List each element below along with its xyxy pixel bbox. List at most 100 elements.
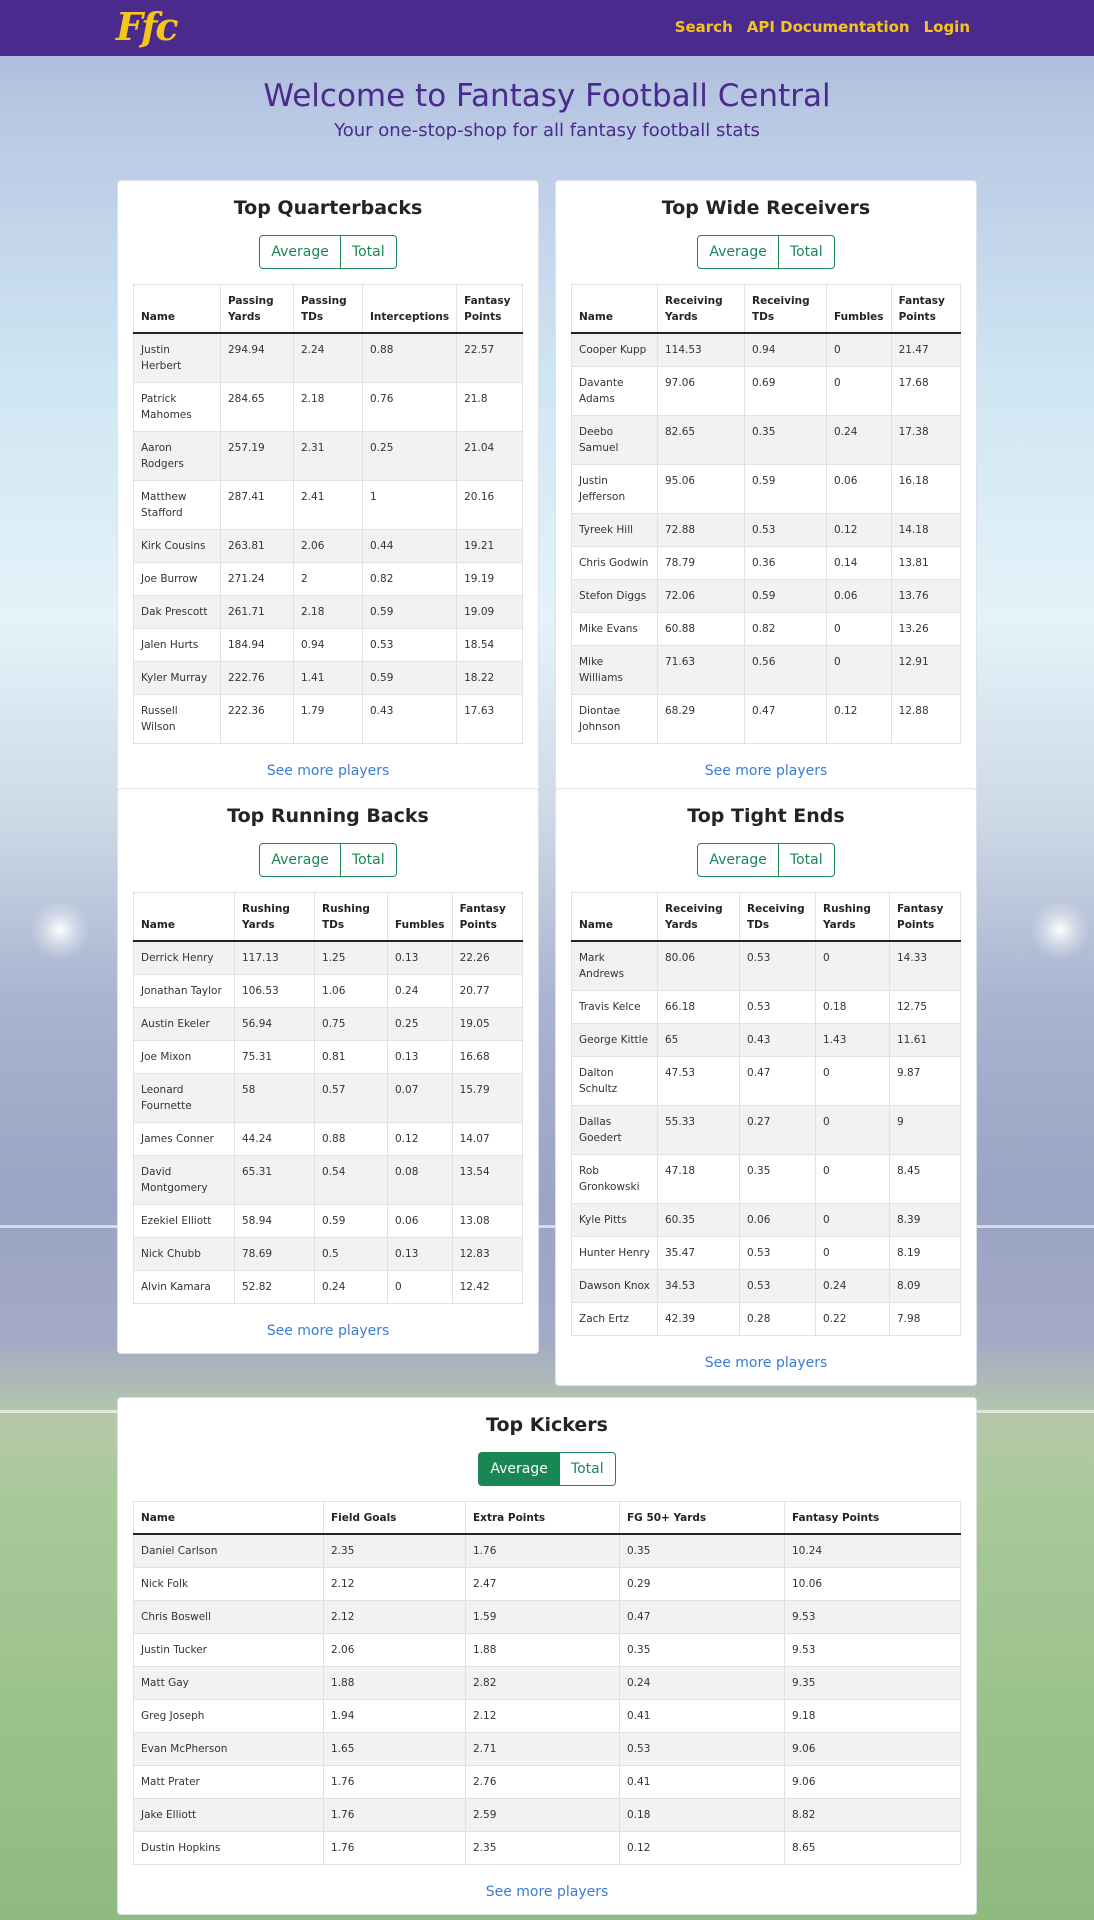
card-kickers: Top Kickers Average Total Name Field Goal…: [117, 1397, 977, 1915]
total-button[interactable]: Total: [778, 235, 835, 269]
average-button[interactable]: Average: [259, 843, 341, 877]
table-header-row: Name Field Goals Extra Points FG 50+ Yards F…: [133, 1501, 961, 1535]
see-more-players-link[interactable]: See more players: [571, 763, 961, 779]
stat-cell: 0.53: [739, 1236, 816, 1270]
see-more-players-link[interactable]: See more players: [133, 1323, 523, 1339]
stats-table: Name Rushing Yards Rushing TDs Fumbles Fanta…: [133, 892, 524, 1304]
player-name-cell: Kyler Murray: [133, 661, 221, 695]
stat-cell: 16.68: [451, 1040, 524, 1074]
stat-cell: 13.26: [890, 612, 962, 646]
stat-cell: 9.87: [889, 1056, 961, 1106]
stat-cell: 0.47: [744, 694, 827, 744]
table-row: Russell Wilson 222.36 1.79 0.43 17.63: [133, 694, 523, 744]
stat-cell: 56.94: [234, 1007, 315, 1041]
see-more-players-link[interactable]: See more players: [133, 763, 523, 779]
nav-api-docs-link[interactable]: API Documentation: [747, 18, 910, 36]
player-name-cell: Kirk Cousins: [133, 529, 221, 563]
player-name-cell: Travis Kelce: [571, 990, 658, 1024]
stat-cell: 8.09: [889, 1269, 961, 1303]
stat-cell: 0.12: [619, 1831, 785, 1865]
column-header: Receiving Yards: [657, 892, 740, 942]
stat-cell: 8.39: [889, 1203, 961, 1237]
stat-cell: 2.12: [465, 1699, 620, 1733]
table-row: David Montgomery 65.31 0.54 0.08 13.54: [133, 1155, 524, 1205]
stat-cell: 72.06: [657, 579, 745, 613]
stat-cell: 8.65: [784, 1831, 961, 1865]
stat-cell: 68.29: [657, 694, 745, 744]
stat-cell: 0.08: [387, 1155, 453, 1205]
stat-cell: 0.35: [619, 1533, 785, 1568]
stat-cell: 0.24: [826, 415, 892, 465]
stat-cell: 47.18: [657, 1154, 740, 1204]
average-button[interactable]: Average: [259, 235, 341, 269]
stat-cell: 2.18: [293, 382, 363, 432]
stat-cell: 19.19: [456, 562, 523, 596]
stat-cell: 0.69: [744, 366, 827, 416]
table-row: Zach Ertz 42.39 0.28 0.22 7.98: [571, 1302, 961, 1336]
stat-cell: 60.88: [657, 612, 745, 646]
card-title: Top Kickers: [486, 1414, 608, 1436]
total-button[interactable]: Total: [340, 235, 397, 269]
stat-cell: 0.41: [619, 1699, 785, 1733]
stat-cell: 9.35: [784, 1666, 961, 1700]
column-header: Receiving TDs: [744, 284, 827, 334]
total-button[interactable]: Total: [559, 1452, 616, 1486]
stat-cell: 0.41: [619, 1765, 785, 1799]
column-header: Fantasy Points: [456, 284, 523, 334]
table-row: Kyler Murray 222.76 1.41 0.59 18.22: [133, 661, 523, 695]
column-header: Rushing Yards: [815, 892, 890, 942]
stat-cell: 47.53: [657, 1056, 740, 1106]
stat-cell: 0.82: [361, 562, 458, 596]
stat-cell: 1.43: [815, 1023, 890, 1057]
stat-cell: 0.24: [619, 1666, 785, 1700]
player-name-cell: Rob Gronkowski: [571, 1154, 658, 1204]
nav-login-link[interactable]: Login: [924, 18, 970, 36]
player-name-cell: Dawson Knox: [571, 1269, 658, 1303]
stat-cell: 0: [826, 612, 892, 646]
table-row: Daniel Carlson 2.35 1.76 0.35 10.24: [133, 1533, 961, 1568]
column-header: Receiving TDs: [739, 892, 816, 942]
column-header: Fantasy Points: [784, 1501, 961, 1535]
average-button[interactable]: Average: [697, 235, 779, 269]
table-row: Alvin Kamara 52.82 0.24 0 12.42: [133, 1270, 524, 1304]
table-row: Mike Williams 71.63 0.56 0 12.91: [571, 645, 962, 695]
stat-cell: 0.53: [739, 940, 816, 991]
total-button[interactable]: Total: [340, 843, 397, 877]
stat-cell: 222.36: [220, 694, 294, 744]
stat-cell: 0.88: [361, 332, 458, 383]
see-more-players-link[interactable]: See more players: [571, 1355, 961, 1371]
stat-cell: 1.76: [323, 1798, 466, 1832]
site-logo[interactable]: Ffc: [116, 4, 178, 49]
average-button[interactable]: Average: [478, 1452, 560, 1486]
table-row: Austin Ekeler 56.94 0.75 0.25 19.05: [133, 1007, 524, 1041]
see-more-players-link[interactable]: See more players: [133, 1884, 961, 1900]
stat-cell: 78.69: [234, 1237, 315, 1271]
card-title: Top Quarterbacks: [233, 197, 423, 219]
stat-cell: 12.91: [890, 645, 962, 695]
stat-cell: 17.63: [456, 694, 523, 744]
nav-search-link[interactable]: Search: [675, 18, 733, 36]
stat-cell: 0.12: [826, 513, 892, 547]
stat-cell: 18.22: [456, 661, 523, 695]
player-name-cell: Leonard Fournette: [133, 1073, 235, 1123]
stat-cell: 0: [815, 1154, 890, 1204]
stat-cell: 8.19: [889, 1236, 961, 1270]
stats-table: Name Field Goals Extra Points FG 50+ Yards F…: [133, 1501, 961, 1865]
stat-cell: 0: [387, 1270, 453, 1304]
card-title: Top Wide Receivers: [661, 197, 871, 219]
average-button[interactable]: Average: [697, 843, 779, 877]
stat-cell: 21.47: [890, 332, 962, 367]
player-name-cell: Jake Elliott: [133, 1798, 324, 1832]
table-row: Ezekiel Elliott 58.94 0.59 0.06 13.08: [133, 1204, 524, 1238]
player-name-cell: Chris Godwin: [571, 546, 658, 580]
stat-cell: 1.76: [323, 1765, 466, 1799]
stat-cell: 0.44: [361, 529, 458, 563]
table-row: Dawson Knox 34.53 0.53 0.24 8.09: [571, 1269, 961, 1303]
table-row: Travis Kelce 66.18 0.53 0.18 12.75: [571, 990, 961, 1024]
total-button[interactable]: Total: [778, 843, 835, 877]
stat-cell: 2.18: [293, 595, 363, 629]
stat-cell: 1.65: [323, 1732, 466, 1766]
stat-cell: 60.35: [657, 1203, 740, 1237]
stat-cell: 21.8: [456, 382, 523, 432]
column-header: Rushing Yards: [234, 892, 315, 942]
